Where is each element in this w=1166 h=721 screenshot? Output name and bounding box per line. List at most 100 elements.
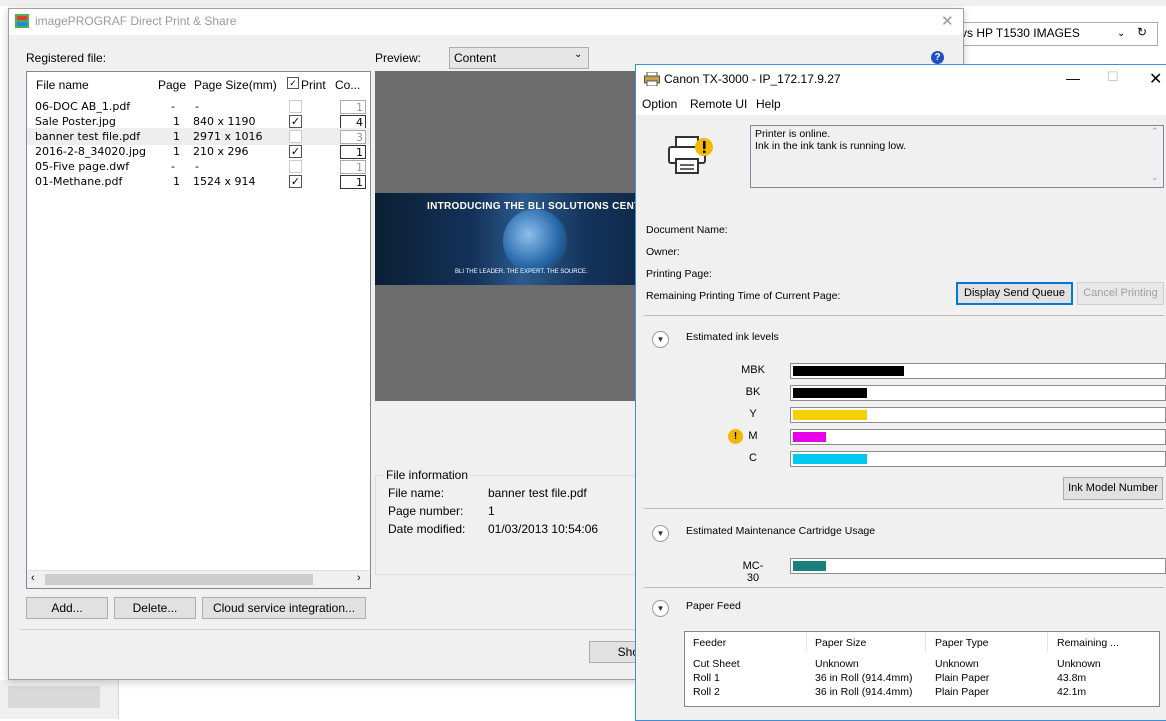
file-name-cell: 01-Methane.pdf: [35, 175, 123, 188]
ink-model-number-button[interactable]: Ink Model Number: [1063, 477, 1163, 500]
scroll-right-icon[interactable]: ›: [357, 572, 361, 584]
cloud-service-button[interactable]: Cloud service integration...: [202, 597, 366, 619]
copies-field[interactable]: 1: [340, 100, 366, 114]
preview-select[interactable]: Content ⌄: [449, 47, 589, 69]
copies-field[interactable]: 1: [340, 175, 366, 189]
paper-cell: Unknown: [935, 658, 979, 670]
section-divider: [644, 508, 1164, 509]
cancel-printing-button[interactable]: Cancel Printing: [1077, 282, 1164, 305]
col-file-name[interactable]: File name: [36, 78, 89, 92]
column-divider: [1047, 632, 1048, 652]
refresh-icon[interactable]: ↻: [1137, 25, 1147, 39]
paper-cell: Unknown: [815, 658, 859, 670]
minimize-icon[interactable]: —: [1066, 70, 1080, 86]
remaining-time-label: Remaining Printing Time of Current Page:: [646, 290, 841, 302]
col-page-size[interactable]: Page Size(mm): [194, 78, 277, 92]
paper-col-feeder[interactable]: Feeder: [693, 637, 726, 649]
paper-col-size[interactable]: Paper Size: [815, 637, 866, 649]
ink-level-fill: [793, 432, 827, 442]
paper-cell: 43.8m: [1057, 672, 1087, 684]
background-window-strip: [0, 0, 1166, 6]
background-combo-text: vs HP T1530 IMAGES: [961, 26, 1080, 40]
page-cell: 1: [173, 175, 180, 188]
paper-feed-section-title: Paper Feed: [686, 600, 741, 612]
paper-cell: 42.1m: [1057, 686, 1087, 698]
file-list[interactable]: File name Page Page Size(mm) ✓ Print Co.…: [26, 71, 371, 589]
menu-option[interactable]: Option: [642, 97, 677, 111]
maintenance-cartridge-label: MC-30: [742, 560, 764, 584]
scroll-down-icon[interactable]: ⌄: [1151, 172, 1159, 183]
print-checkbox[interactable]: ✓: [289, 145, 302, 158]
add-button[interactable]: Add...: [26, 597, 108, 619]
file-name-value: banner test file.pdf: [488, 486, 587, 500]
menu-remote-ui[interactable]: Remote UI: [690, 97, 747, 111]
paper-cell: Plain Paper: [935, 672, 990, 684]
section-divider: [644, 315, 1164, 316]
paper-cell: 36 in Roll (914.4mm): [815, 686, 913, 698]
help-icon[interactable]: ?: [931, 51, 944, 64]
preview-label: Preview:: [375, 51, 422, 65]
print-all-checkbox[interactable]: ✓: [287, 77, 299, 89]
print-checkbox[interactable]: ✓: [289, 175, 302, 188]
col-print[interactable]: Print: [301, 78, 326, 92]
collapse-paper-feed-icon[interactable]: ▼: [652, 600, 669, 617]
collapse-ink-icon[interactable]: ▼: [652, 331, 669, 348]
file-name-cell: 05-Five page.dwf: [35, 160, 130, 173]
delete-button[interactable]: Delete...: [114, 597, 196, 619]
print-checkbox[interactable]: [289, 130, 302, 143]
menu-help[interactable]: Help: [756, 97, 781, 111]
print-checkbox[interactable]: [289, 100, 302, 113]
ink-label: Y: [749, 408, 757, 420]
scrollbar-thumb[interactable]: [45, 574, 313, 585]
col-page[interactable]: Page: [158, 78, 186, 92]
status-line-online: Printer is online.: [755, 128, 831, 140]
ink-level-fill: [793, 454, 867, 464]
document-name-label: Document Name:: [646, 224, 728, 236]
date-modified-value: 01/03/2013 10:54:06: [488, 522, 599, 536]
horizontal-scrollbar[interactable]: ‹ ›: [27, 570, 370, 588]
window-title: imagePROGRAF Direct Print & Share: [35, 14, 237, 28]
paper-cell: Plain Paper: [935, 686, 990, 698]
chevron-down-icon[interactable]: ⌄: [574, 49, 582, 60]
chevron-down-icon[interactable]: ⌄: [1117, 28, 1125, 39]
printer-status-window: Canon TX-3000 - IP_172.17.9.27 — ☐ ✕ Opt…: [635, 64, 1166, 721]
page-size-cell: -: [195, 100, 199, 113]
print-checkbox[interactable]: [289, 160, 302, 173]
printing-page-label: Printing Page:: [646, 268, 712, 280]
paper-feed-table[interactable]: Feeder Paper Size Paper Type Remaining .…: [684, 631, 1160, 707]
section-divider: [644, 587, 1164, 588]
printer-status-icon: [668, 136, 713, 174]
display-send-queue-button[interactable]: Display Send Queue: [956, 282, 1073, 305]
print-checkbox[interactable]: ✓: [289, 115, 302, 128]
paper-cell: Roll 1: [693, 672, 720, 684]
table-row[interactable]: 01-Methane.pdf 1 1524 x 914 ✓ 1: [27, 173, 370, 190]
page-cell: 1: [173, 115, 180, 128]
page-cell: 1: [173, 145, 180, 158]
copies-field[interactable]: 4: [340, 115, 366, 129]
menu-bar: Option Remote UI Help: [636, 93, 1166, 115]
status-line-ink-low: Ink in the ink tank is running low.: [755, 140, 907, 152]
file-name-cell: banner test file.pdf: [35, 130, 141, 143]
scroll-left-icon[interactable]: ‹: [31, 572, 35, 584]
status-message-box[interactable]: Printer is online. Ink in the ink tank i…: [750, 125, 1164, 188]
paper-col-remaining[interactable]: Remaining ...: [1057, 637, 1119, 649]
date-modified-label: Date modified:: [388, 522, 466, 536]
maximize-icon[interactable]: ☐: [1107, 69, 1119, 85]
collapse-maintenance-icon[interactable]: ▼: [652, 525, 669, 542]
ink-level-fill: [793, 388, 867, 398]
copies-field[interactable]: 3: [340, 130, 366, 144]
copies-field[interactable]: 1: [340, 160, 366, 174]
file-information-title: File information: [384, 468, 471, 482]
col-copies[interactable]: Co...: [335, 78, 360, 92]
scroll-up-icon[interactable]: ⌃: [1151, 126, 1159, 137]
paper-col-type[interactable]: Paper Type: [935, 637, 989, 649]
background-selected-item[interactable]: [8, 686, 100, 708]
page-number-label: Page number:: [388, 504, 464, 518]
close-icon[interactable]: ✕: [941, 12, 954, 30]
copies-field[interactable]: 1: [340, 145, 366, 159]
file-name-cell: Sale Poster.jpg: [35, 115, 116, 128]
direct-print-titlebar: imagePROGRAF Direct Print & Share ✕: [9, 9, 963, 35]
ink-level-bar: [790, 407, 1166, 423]
close-icon[interactable]: ✕: [1149, 69, 1162, 89]
background-combo[interactable]: vs HP T1530 IMAGES ⌄ ↻: [958, 22, 1158, 46]
